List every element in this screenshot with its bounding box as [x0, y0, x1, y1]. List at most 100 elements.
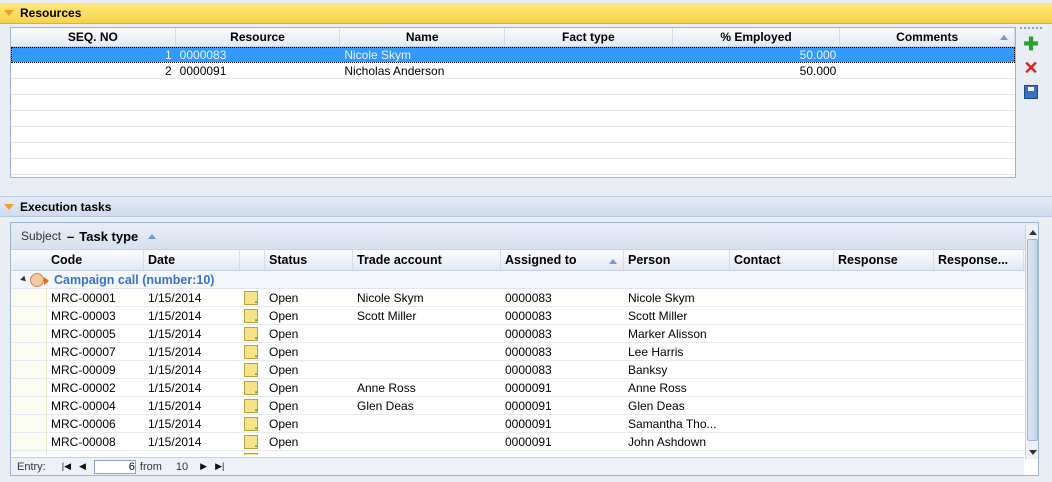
resources-grid[interactable]: SEQ. NO Resource Name Fact type % Employ…	[10, 27, 1016, 178]
cell-person: Nicole Skym	[628, 291, 695, 305]
vertical-scrollbar[interactable]	[1025, 225, 1038, 459]
col-header-code[interactable]: Code	[47, 250, 144, 270]
col-header-comments[interactable]: Comments	[840, 28, 1015, 46]
scroll-up-button[interactable]	[1026, 225, 1038, 239]
cell-assigned-to: 0000083	[505, 363, 552, 377]
task-row[interactable]: MRC-00007 1/15/2014 Open 0000083 Lee Harris	[11, 343, 1038, 361]
execution-title: Execution tasks	[20, 199, 112, 214]
cell-status: Open	[269, 363, 299, 377]
cell-response	[834, 325, 934, 342]
scroll-thumb[interactable]	[1027, 239, 1038, 441]
cell-person: Marker Alisson	[628, 327, 707, 341]
task-row[interactable]: MRC-00008 1/15/2014 Open 0000091 John Ashdow…	[11, 433, 1038, 451]
cell-contact	[730, 433, 834, 450]
resource-row[interactable]: 1 0000083 Nicole Skym 50.000	[11, 47, 1015, 63]
col-header-person[interactable]: Person	[624, 250, 730, 270]
expand-triangle-icon[interactable]	[20, 275, 28, 284]
cell-code: MRC-00001	[51, 291, 116, 305]
cell-trade-account	[353, 343, 501, 360]
cell-icon	[240, 397, 265, 414]
cell-seq: 2	[164, 64, 172, 78]
col-header-response-2[interactable]: Response...	[934, 250, 1024, 270]
col-header-contact[interactable]: Contact	[730, 250, 834, 270]
add-icon[interactable]: ✚	[1022, 34, 1040, 54]
task-note-icon	[244, 453, 258, 455]
pager: Entry: |◀ ◀ from 10 ▶ ▶|	[11, 457, 1024, 475]
scroll-down-button[interactable]	[1026, 445, 1038, 459]
resources-section-header[interactable]: Resources	[0, 3, 1052, 24]
task-row[interactable]: MRC-00004 1/15/2014 Open Glen Deas 0000091 Gl…	[11, 397, 1038, 415]
task-row[interactable]: MRC-00005 1/15/2014 Open 0000083 Marker Alis…	[11, 325, 1038, 343]
cell-code: MRC-00002	[51, 381, 116, 395]
first-page-icon[interactable]: |◀	[62, 461, 71, 472]
execution-section-header[interactable]: Execution tasks	[0, 196, 1052, 217]
cell-response	[834, 415, 934, 432]
task-row[interactable]: MRC-00001 1/15/2014 Open Nicole Skym 0000083…	[11, 289, 1038, 307]
cell-contact	[730, 361, 834, 378]
col-header-status[interactable]: Status	[265, 250, 353, 270]
col-header-employed[interactable]: % Employed	[673, 28, 841, 46]
task-row[interactable]: MRC-00002 1/15/2014 Open Anne Ross 0000091 An…	[11, 379, 1038, 397]
cell-status: Open	[269, 327, 299, 341]
cell-response-2	[934, 451, 1024, 455]
current-entry-input[interactable]	[93, 459, 136, 474]
delete-icon[interactable]: ✕	[1022, 58, 1040, 78]
cell-contact	[730, 325, 834, 342]
cell-person: Banksy	[628, 363, 668, 377]
cell-employed: 50.000	[799, 64, 837, 78]
collapse-triangle-icon[interactable]	[4, 10, 14, 16]
cell-response	[834, 361, 934, 378]
cell-response-2	[934, 415, 1024, 432]
cell-contact	[730, 451, 834, 455]
cell-date: 1/15/2014	[144, 451, 240, 455]
empty-row	[11, 143, 1015, 159]
col-header-resource[interactable]: Resource	[176, 28, 341, 46]
cell-icon	[240, 379, 265, 396]
collapse-triangle-icon[interactable]	[4, 203, 14, 210]
task-row[interactable]: MRC-00003 1/15/2014 Open Scott Miller 000008…	[11, 307, 1038, 325]
col-header-date[interactable]: Date	[144, 250, 240, 270]
cell-resource: 0000091	[179, 64, 227, 78]
col-header-trade-account[interactable]: Trade account	[353, 250, 501, 270]
cell-date: 1/15/2014	[148, 309, 202, 323]
col-header-assigned-to[interactable]: Assigned to	[501, 250, 624, 270]
cell-icon	[240, 433, 265, 450]
save-icon[interactable]	[1022, 83, 1040, 101]
cell-name: Nicole Skym	[344, 48, 412, 62]
task-note-icon	[244, 381, 258, 395]
resource-row[interactable]: 2 0000091 Nicholas Anderson 50.000	[11, 63, 1015, 79]
sort-ascending-icon	[609, 259, 617, 264]
task-note-icon	[244, 345, 258, 359]
cell-employed: 50.000	[799, 48, 837, 62]
cell-contact	[730, 379, 834, 396]
col-header-icon[interactable]	[240, 250, 265, 270]
resources-title: Resources	[20, 6, 82, 20]
empty-row	[11, 159, 1015, 175]
task-row[interactable]: MRC-000101/15/2014 Open 0000091Edwards Pot…	[11, 451, 1038, 455]
execution-grid[interactable]: Subject – Task type Code Date Status Trad…	[10, 222, 1039, 476]
task-note-icon	[244, 435, 258, 449]
group-row-campaign-call[interactable]: Campaign call (number:10)	[11, 271, 1038, 289]
next-page-icon[interactable]: ▶	[200, 461, 207, 472]
group-chip-task-type[interactable]: – Task type	[67, 229, 157, 244]
task-note-icon	[244, 417, 258, 431]
col-header-fact-type[interactable]: Fact type	[505, 28, 673, 46]
cell-status: Open	[269, 381, 299, 395]
last-page-icon[interactable]: ▶|	[215, 461, 224, 472]
cell-response-2	[934, 361, 1024, 378]
cell-contact	[730, 415, 834, 432]
task-row[interactable]: MRC-00006 1/15/2014 Open 0000091 Samantha Th…	[11, 415, 1038, 433]
cell-icon	[240, 325, 265, 342]
col-header-response[interactable]: Response	[834, 250, 934, 270]
cell-response-2	[934, 307, 1024, 324]
task-row[interactable]: MRC-00009 1/15/2014 Open 0000083 Banksy	[11, 361, 1038, 379]
cell-response	[834, 451, 934, 455]
cell-assigned-to: 0000083	[505, 327, 552, 341]
empty-row	[11, 95, 1015, 111]
execution-grid-header: Code Date Status Trade account Assigned …	[11, 250, 1038, 271]
prev-page-icon[interactable]: ◀	[79, 461, 86, 472]
cell-code: MRC-00007	[51, 345, 116, 359]
col-header-name[interactable]: Name	[340, 28, 506, 46]
cell-trade-account: Glen Deas	[357, 399, 414, 413]
col-header-seq[interactable]: SEQ. NO	[11, 28, 176, 46]
